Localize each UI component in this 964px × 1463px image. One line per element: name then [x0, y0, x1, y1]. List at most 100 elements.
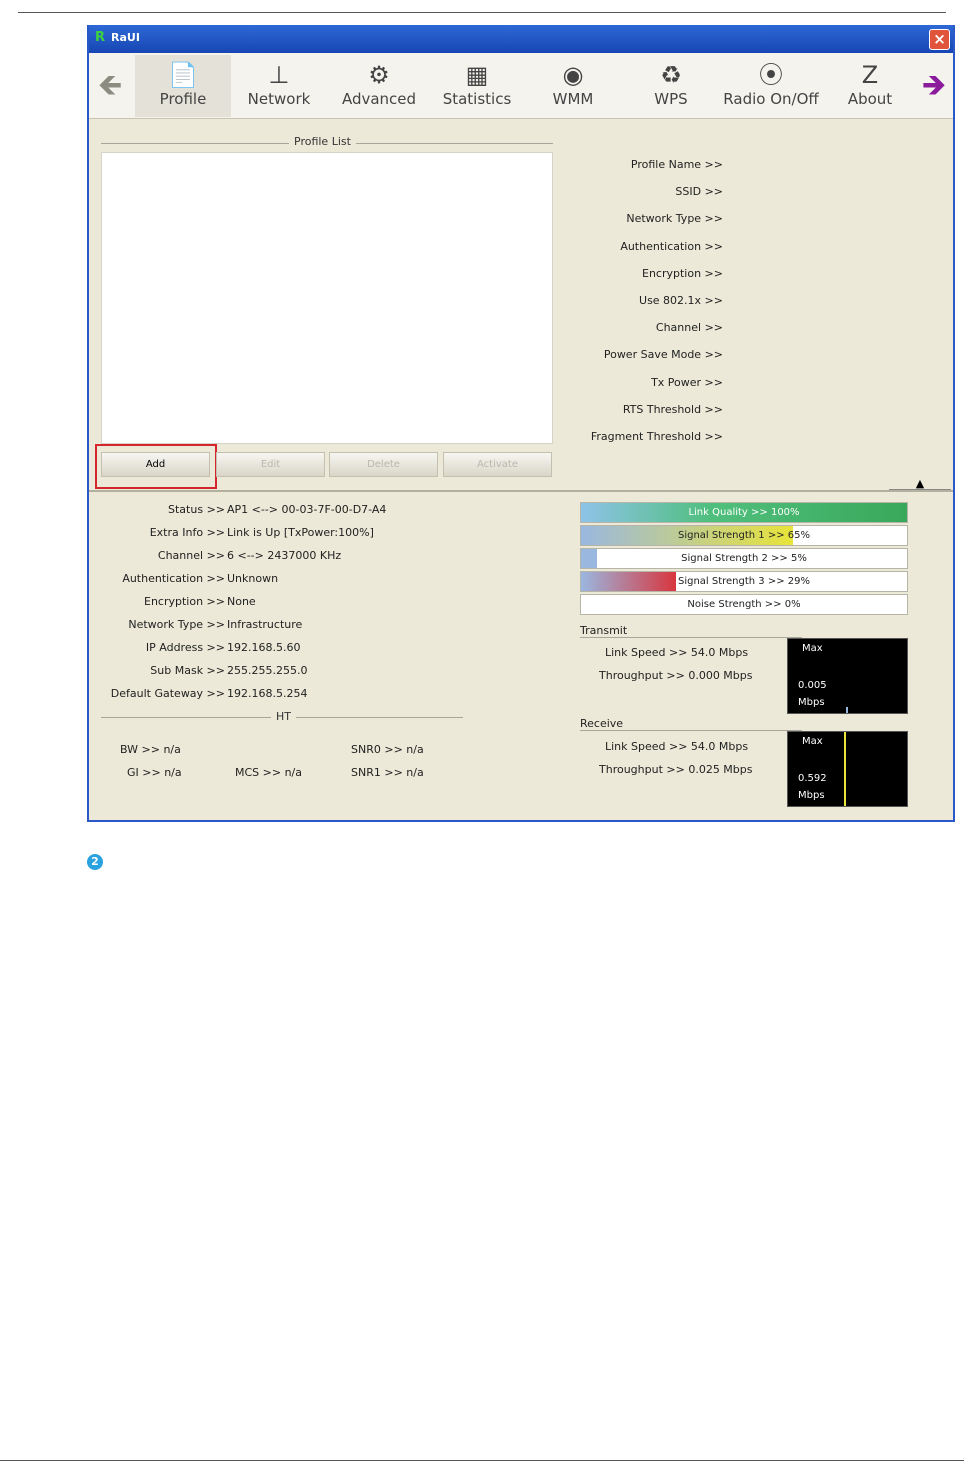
authentication-status-label: Authentication >> [122, 572, 225, 585]
tab-advanced[interactable]: ⚙ Advanced [335, 55, 423, 117]
gear-icon: ⚙ [368, 61, 390, 89]
tab-profile-label: Profile [159, 90, 207, 108]
sub-mask-label: Sub Mask >> [150, 664, 225, 677]
transmit-graph-value: 0.005 Mbps [798, 677, 827, 711]
tab-statistics[interactable]: ▦ Statistics [433, 55, 521, 117]
title-bar[interactable]: R RaUI × [89, 25, 953, 53]
window-title: RaUI [111, 31, 140, 44]
signal-strength-2-text: Signal Strength 2 >> 5% [681, 553, 807, 564]
profile-name-label: Profile Name >> [630, 158, 723, 171]
wmm-icon: ◉ [562, 61, 584, 89]
tab-advanced-label: Advanced [341, 90, 417, 108]
network-type-status-value: Infrastructure [227, 618, 303, 631]
authentication-status-value: Unknown [227, 572, 279, 585]
receive-graph-line [844, 732, 846, 806]
gi-value: GI >> n/a [127, 766, 182, 779]
signal-strength-1-bar: Signal Strength 1 >> 65% [580, 525, 908, 546]
receive-graph-unit: Mbps [798, 790, 825, 801]
default-gateway-row: Default Gateway >> 192.168.5.254 [89, 684, 489, 704]
transmit-throughput: Throughput >> 0.000 Mbps [599, 669, 753, 682]
tab-statistics-label: Statistics [442, 90, 512, 108]
ip-address-label: IP Address >> [145, 641, 225, 654]
tab-wmm-label: WMM [552, 90, 594, 108]
receive-title: Receive [580, 717, 627, 730]
fragment-threshold-label: Fragment Threshold >> [590, 429, 723, 443]
network-icon: ⊥ [268, 61, 290, 89]
status-value: AP1 <--> 00-03-7F-00-D7-A4 [227, 503, 387, 516]
tx-power-label: Tx Power >> [651, 375, 723, 389]
section-divider [89, 490, 953, 492]
encryption-row: Encryption >> None [89, 592, 489, 612]
network-type-label: Network Type >> [626, 212, 723, 226]
tab-radio-on-off[interactable]: ⦿ Radio On/Off [715, 55, 827, 117]
encryption-label: Encryption >> [642, 266, 723, 280]
network-type-status-label: Network Type >> [128, 618, 225, 631]
close-button[interactable]: × [929, 29, 950, 50]
step-number-badge: 2 [87, 854, 103, 870]
raui-window: R RaUI × 🡸 📄 Profile ⊥ Network ⚙ Advance… [87, 25, 955, 822]
power-save-mode-label: Power Save Mode >> [603, 348, 723, 362]
channel-status-label: Channel >> [157, 549, 225, 562]
noise-strength-text: Noise Strength >> 0% [687, 599, 801, 610]
extra-info-value: Link is Up [TxPower:100%] [227, 526, 374, 539]
signal-strength-1-text: Signal Strength 1 >> 65% [677, 530, 811, 541]
tab-radio-on-off-label: Radio On/Off [723, 90, 819, 108]
encryption-status-label: Encryption >> [144, 595, 225, 608]
link-quality-text: Link Quality >> 100% [688, 507, 800, 518]
tab-about-label: About [847, 90, 893, 108]
use-8021x-label: Use 802.1x >> [639, 293, 723, 307]
transmit-graph-unit: Mbps [798, 697, 825, 708]
app-logo-icon: R [95, 30, 106, 45]
snr1-value: SNR1 >> n/a [351, 766, 424, 779]
delete-button[interactable]: Delete [329, 452, 438, 477]
signal-strength-3-bar: Signal Strength 3 >> 29% [580, 571, 908, 592]
tab-about[interactable]: Z About [835, 55, 905, 117]
tab-wmm[interactable]: ◉ WMM [537, 55, 609, 117]
default-gateway-label: Default Gateway >> [110, 687, 225, 700]
tab-profile[interactable]: 📄 Profile [135, 55, 231, 117]
transmit-graph-max: Max [802, 643, 823, 654]
link-quality-bar: Link Quality >> 100% [580, 502, 908, 523]
channel-status-value: 6 <--> 2437000 KHz [227, 549, 342, 562]
profile-list-title: Profile List [289, 135, 356, 148]
page-bottom-rule [0, 1460, 964, 1461]
back-arrow-icon[interactable]: 🡸 [93, 71, 127, 101]
transmit-title: Transmit [580, 624, 631, 637]
transmit-graph: Max 0.005 Mbps [787, 638, 908, 714]
collapse-toggle[interactable]: ▲ [889, 477, 951, 490]
receive-throughput: Throughput >> 0.025 Mbps [599, 763, 753, 776]
signal-strength-3-text: Signal Strength 3 >> 29% [677, 576, 811, 587]
transmit-link-speed: Link Speed >> 54.0 Mbps [605, 646, 749, 659]
profile-list[interactable] [101, 152, 553, 444]
rts-threshold-label: RTS Threshold >> [622, 402, 723, 416]
tab-wps-label: WPS [654, 90, 688, 108]
channel-row: Channel >> 6 <--> 2437000 KHz [89, 546, 489, 566]
add-button[interactable]: Add [101, 452, 210, 477]
mcs-value: MCS >> n/a [235, 766, 302, 779]
tab-network-label: Network [247, 90, 311, 108]
transmit-rule [580, 637, 802, 638]
transmit-graph-number: 0.005 [798, 680, 827, 691]
edit-button[interactable]: Edit [216, 452, 325, 477]
receive-graph-max: Max [802, 736, 823, 747]
ssid-label: SSID >> [675, 185, 723, 199]
wps-icon: ♻ [660, 61, 682, 89]
status-row: Status >> AP1 <--> 00-03-7F-00-D7-A4 [89, 500, 489, 520]
toolbar: 🡸 📄 Profile ⊥ Network ⚙ Advanced ▦ Stati… [89, 53, 953, 119]
about-icon: Z [861, 61, 879, 89]
ip-address-value: 192.168.5.60 [227, 641, 301, 654]
authentication-label: Authentication >> [620, 239, 723, 253]
activate-button[interactable]: Activate [443, 452, 552, 477]
snr0-value: SNR0 >> n/a [351, 743, 424, 756]
channel-label: Channel >> [655, 321, 723, 335]
tab-network[interactable]: ⊥ Network [237, 55, 321, 117]
status-label: Status >> [168, 503, 225, 516]
tab-wps[interactable]: ♻ WPS [635, 55, 707, 117]
extra-info-label: Extra Info >> [149, 526, 225, 539]
receive-link-speed: Link Speed >> 54.0 Mbps [605, 740, 749, 753]
encryption-status-value: None [227, 595, 256, 608]
receive-rule [580, 730, 802, 731]
profile-detail-labels: Profile Name >> SSID >> Network Type >> … [591, 151, 723, 450]
forward-arrow-icon[interactable]: 🡺 [917, 71, 951, 101]
noise-strength-bar: Noise Strength >> 0% [580, 594, 908, 615]
